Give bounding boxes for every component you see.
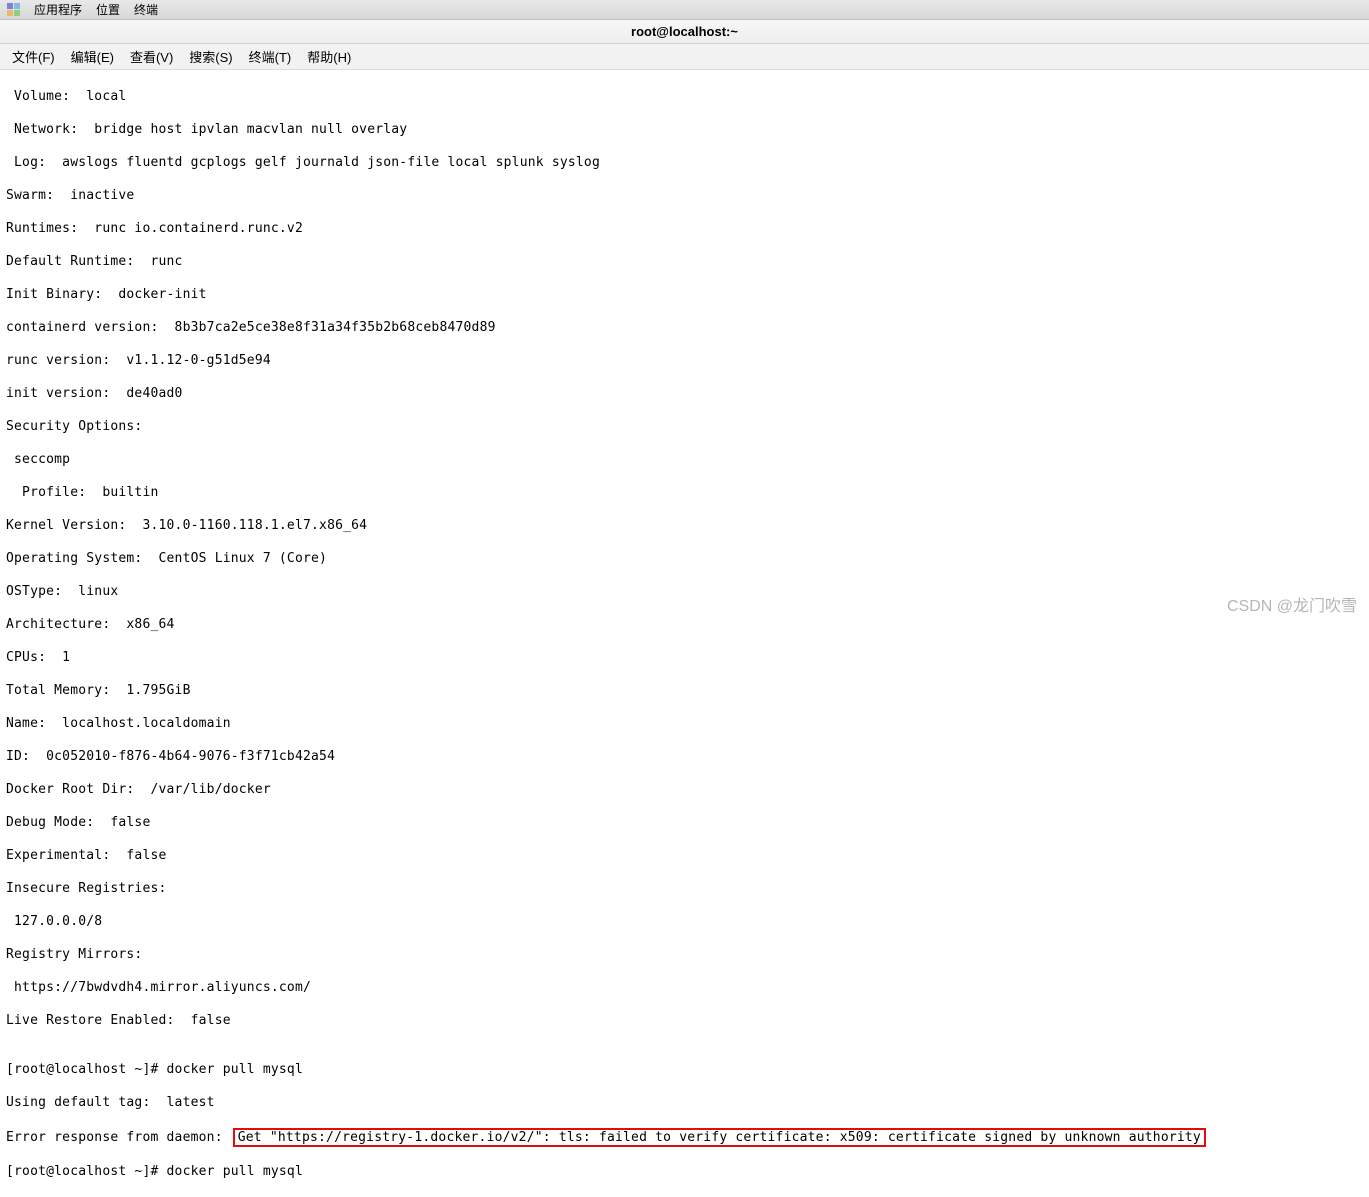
os-top-bar: 应用程序 位置 终端 — [0, 0, 1369, 20]
term-line: Security Options: — [6, 419, 1363, 436]
menu-view[interactable]: 查看(V) — [124, 45, 179, 68]
term-line: Default Runtime: runc — [6, 254, 1363, 271]
term-line: Registry Mirrors: — [6, 947, 1363, 964]
term-line: Network: bridge host ipvlan macvlan null… — [6, 122, 1363, 139]
term-line: Insecure Registries: — [6, 881, 1363, 898]
menu-edit[interactable]: 编辑(E) — [65, 45, 120, 68]
term-line: Name: localhost.localdomain — [6, 716, 1363, 733]
menu-places[interactable]: 位置 — [96, 1, 120, 18]
terminal-output[interactable]: Volume: local Network: bridge host ipvla… — [0, 70, 1369, 1197]
error-highlight: Get "https://registry-1.docker.io/v2/": … — [233, 1128, 1206, 1147]
term-line: Live Restore Enabled: false — [6, 1013, 1363, 1030]
term-line: https://7bwdvdh4.mirror.aliyuncs.com/ — [6, 980, 1363, 997]
term-error-line: Error response from daemon: Get "https:/… — [6, 1128, 1363, 1147]
term-line: seccomp — [6, 452, 1363, 469]
terminal-menu-bar: 文件(F) 编辑(E) 查看(V) 搜索(S) 终端(T) 帮助(H) — [0, 44, 1369, 70]
term-line: Kernel Version: 3.10.0-1160.118.1.el7.x8… — [6, 518, 1363, 535]
window-title: root@localhost:~ — [631, 24, 738, 39]
menu-terminal-sub[interactable]: 终端(T) — [243, 45, 298, 68]
term-line: Total Memory: 1.795GiB — [6, 683, 1363, 700]
term-line: CPUs: 1 — [6, 650, 1363, 667]
term-line: [root@localhost ~]# docker pull mysql — [6, 1062, 1363, 1079]
term-line: Architecture: x86_64 — [6, 617, 1363, 634]
menu-applications[interactable]: 应用程序 — [34, 1, 82, 18]
term-line: containerd version: 8b3b7ca2e5ce38e8f31a… — [6, 320, 1363, 337]
term-line: Experimental: false — [6, 848, 1363, 865]
menu-help[interactable]: 帮助(H) — [301, 45, 357, 68]
term-line: ID: 0c052010-f876-4b64-9076-f3f71cb42a54 — [6, 749, 1363, 766]
term-line: OSType: linux — [6, 584, 1363, 601]
term-line: Debug Mode: false — [6, 815, 1363, 832]
term-line: Profile: builtin — [6, 485, 1363, 502]
term-line: Volume: local — [6, 89, 1363, 106]
error-prefix: Error response from daemon: — [6, 1130, 231, 1145]
apps-logo-icon — [6, 3, 20, 17]
term-line: Swarm: inactive — [6, 188, 1363, 205]
term-line: 127.0.0.0/8 — [6, 914, 1363, 931]
window-title-bar: root@localhost:~ — [0, 20, 1369, 44]
term-line: Log: awslogs fluentd gcplogs gelf journa… — [6, 155, 1363, 172]
term-line: runc version: v1.1.12-0-g51d5e94 — [6, 353, 1363, 370]
term-line: Runtimes: runc io.containerd.runc.v2 — [6, 221, 1363, 238]
term-line: init version: de40ad0 — [6, 386, 1363, 403]
term-line: Docker Root Dir: /var/lib/docker — [6, 782, 1363, 799]
term-line: [root@localhost ~]# docker pull mysql — [6, 1164, 1363, 1181]
term-line: Init Binary: docker-init — [6, 287, 1363, 304]
term-line: Using default tag: latest — [6, 1095, 1363, 1112]
menu-file[interactable]: 文件(F) — [6, 45, 61, 68]
menu-search[interactable]: 搜索(S) — [183, 45, 238, 68]
menu-terminal[interactable]: 终端 — [134, 1, 158, 18]
term-line: Operating System: CentOS Linux 7 (Core) — [6, 551, 1363, 568]
